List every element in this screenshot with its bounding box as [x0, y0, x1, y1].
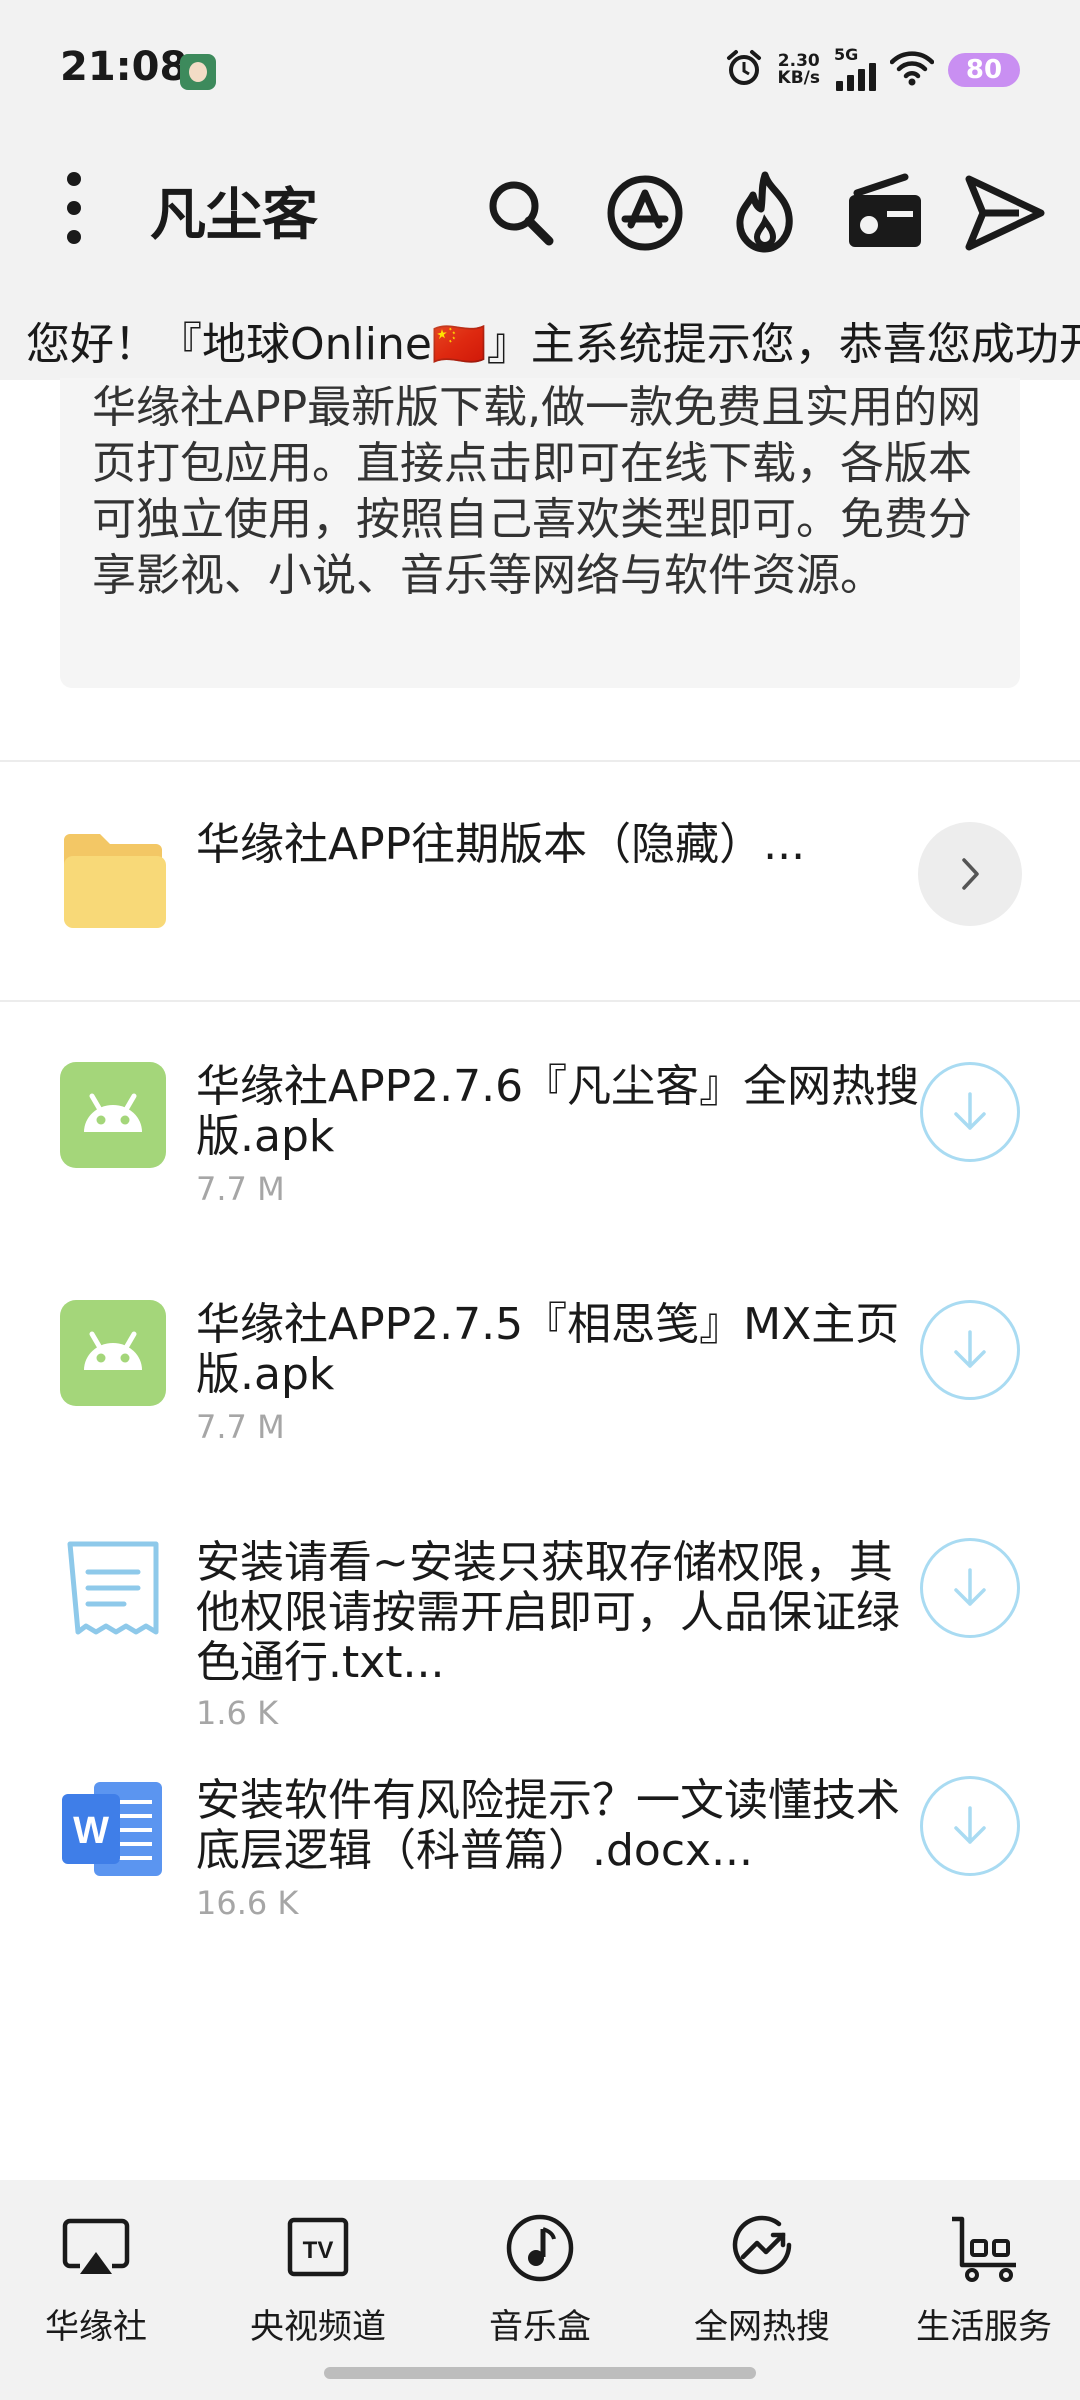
- nav-item-cctv[interactable]: TV 央视频道: [218, 2208, 418, 2348]
- folder-name: 华缘社APP往期版本（隐藏）...: [196, 819, 806, 870]
- file-size: 7.7 M: [196, 1408, 285, 1446]
- radio-icon[interactable]: [830, 158, 940, 268]
- file-name: 华缘社APP2.7.5『相思笺』MX主页版.apk: [196, 1299, 900, 1400]
- signal-icon: 5G: [834, 45, 876, 91]
- file-name: 安装软件有风险提示？一文读懂技术底层逻辑（科普篇）.docx...: [196, 1775, 900, 1876]
- word-file-icon: W: [62, 1782, 162, 1876]
- status-bar: 21:08 2.30 KB/s 5G 80: [0, 0, 1080, 140]
- status-indicators: 2.30 KB/s 5G 80: [724, 45, 1020, 92]
- cast-icon: [56, 2208, 136, 2287]
- download-icon: [954, 1568, 986, 1606]
- send-icon[interactable]: [950, 158, 1060, 268]
- divider: [0, 760, 1080, 762]
- download-icon: [954, 1092, 986, 1130]
- text-file-icon: [67, 1541, 159, 1635]
- folder-open-button[interactable]: [918, 822, 1022, 926]
- file-size: 16.6 K: [196, 1884, 299, 1922]
- android-icon: [60, 1062, 166, 1168]
- app-title: 凡尘客: [150, 183, 318, 248]
- download-button[interactable]: [920, 1062, 1020, 1162]
- nav-label: 生活服务: [916, 2307, 1052, 2347]
- chevron-right-icon: [962, 858, 979, 890]
- download-button[interactable]: [920, 1776, 1020, 1876]
- file-row[interactable]: W 安装软件有风险提示？一文读懂技术底层逻辑（科普篇）.docx... 16.6…: [0, 1754, 1080, 1944]
- music-icon: [500, 2208, 580, 2287]
- download-button[interactable]: [920, 1300, 1020, 1400]
- network-type: 5G: [834, 45, 859, 64]
- net-speed-unit: KB/s: [777, 68, 820, 88]
- folder-icon: [64, 834, 166, 928]
- description-text: 华缘社APP最新版下载,做一款免费且实用的网页打包应用。直接点击即可在线下载，各…: [92, 382, 982, 601]
- android-icon: [60, 1300, 166, 1406]
- app-store-icon[interactable]: [590, 158, 700, 268]
- marquee-text: 您好！『地球Online🇨🇳』主系统提示您，恭喜您成功开: [26, 319, 1080, 370]
- download-button[interactable]: [920, 1538, 1020, 1638]
- menu-icon[interactable]: [44, 158, 104, 258]
- nav-item-music[interactable]: 音乐盒: [440, 2208, 640, 2348]
- trending-icon: [722, 2208, 802, 2287]
- tv-icon: TV: [278, 2208, 358, 2287]
- svg-text:W: W: [73, 1810, 109, 1852]
- file-name: 华缘社APP2.7.6『凡尘客』全网热搜版.apk: [196, 1061, 920, 1162]
- search-icon[interactable]: [466, 158, 576, 268]
- nav-label: 央视频道: [250, 2307, 386, 2347]
- download-icon: [954, 1806, 986, 1844]
- file-name: 安装请看~安装只获取存储权限，其他权限请按需开启即可，人品保证绿色通行.txt.…: [196, 1537, 900, 1688]
- divider: [0, 1000, 1080, 1002]
- nav-item-trending[interactable]: 全网热搜: [662, 2208, 862, 2348]
- nav-item-life-service[interactable]: 生活服务: [884, 2208, 1080, 2348]
- nav-label: 音乐盒: [489, 2307, 591, 2347]
- app-header: 凡尘客: [0, 140, 1080, 300]
- wifi-icon: [889, 50, 935, 90]
- status-time: 21:08: [60, 44, 188, 90]
- net-speed: 2.30 KB/s: [778, 53, 820, 87]
- alarm-icon: [724, 48, 764, 92]
- avatar-icon: [180, 54, 216, 90]
- battery-icon: 80: [948, 53, 1020, 87]
- file-size: 7.7 M: [196, 1170, 285, 1208]
- file-row[interactable]: 华缘社APP2.7.6『凡尘客』全网热搜版.apk 7.7 M: [0, 1040, 1080, 1240]
- notice-marquee: 您好！『地球Online🇨🇳』主系统提示您，恭喜您成功开: [0, 300, 1080, 380]
- nav-label: 全网热搜: [694, 2307, 830, 2347]
- file-size: 1.6 K: [196, 1694, 279, 1732]
- file-row[interactable]: 安装请看~安装只获取存储权限，其他权限请按需开启即可，人品保证绿色通行.txt.…: [0, 1516, 1080, 1736]
- nav-label: 华缘社: [45, 2307, 147, 2347]
- home-indicator[interactable]: [324, 2367, 756, 2379]
- svg-text:TV: TV: [303, 2237, 334, 2264]
- file-row[interactable]: 华缘社APP2.7.5『相思笺』MX主页版.apk 7.7 M: [0, 1278, 1080, 1478]
- cart-icon: [944, 2208, 1024, 2287]
- fire-icon[interactable]: [710, 158, 820, 268]
- download-icon: [954, 1330, 986, 1368]
- description-card: 华缘社APP最新版下载,做一款免费且实用的网页打包应用。直接点击即可在线下载，各…: [60, 378, 1020, 688]
- nav-item-huayuanshe[interactable]: 华缘社: [0, 2208, 196, 2348]
